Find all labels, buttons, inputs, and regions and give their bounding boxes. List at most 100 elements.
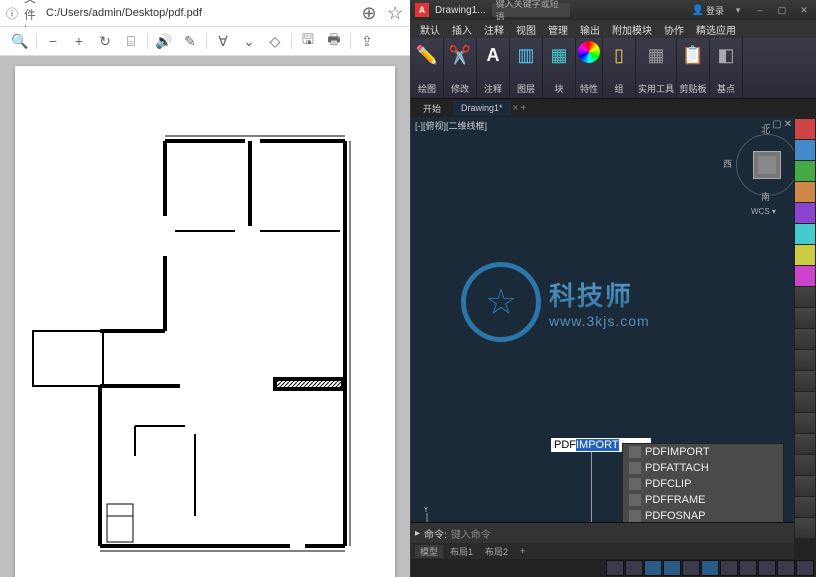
status-btn[interactable] [758, 560, 776, 576]
minimize-icon[interactable]: – [752, 2, 768, 18]
tab-layout2[interactable]: 布局2 [480, 545, 513, 558]
menu-insert[interactable]: 插入 [447, 22, 477, 37]
reader-icon[interactable]: ⊕ [358, 2, 380, 24]
bookmark-icon[interactable]: ☆ [384, 2, 406, 24]
palette-item[interactable] [795, 140, 815, 160]
palette-item[interactable] [795, 119, 815, 139]
share-icon[interactable]: ⇪ [355, 29, 379, 53]
palette-item[interactable] [795, 392, 815, 412]
ac-item[interactable]: PDFFRAME [623, 492, 783, 508]
status-btn[interactable] [720, 560, 738, 576]
rotate-icon[interactable]: ↻ [93, 29, 117, 53]
address-input[interactable] [44, 2, 354, 24]
ribbon-clipboard[interactable]: 📋剪贴板 [677, 38, 710, 98]
palette-item[interactable] [795, 203, 815, 223]
ribbon-block[interactable]: ▦块 [543, 38, 576, 98]
palette-item[interactable] [795, 497, 815, 517]
view-label[interactable]: [-][俯视][二维线框] [415, 119, 487, 132]
command-line[interactable]: ▸ 命令: 键入命令 [411, 522, 794, 543]
palette-item[interactable] [795, 518, 815, 538]
ribbon-props[interactable]: 特性 [576, 38, 603, 98]
menu-apps[interactable]: 精选应用 [691, 22, 741, 37]
palette-item[interactable] [795, 287, 815, 307]
ribbon-draw[interactable]: ✏️绘图 [411, 38, 444, 98]
zoom-in-icon[interactable]: + [67, 29, 91, 53]
ac-item[interactable]: PDFCLIP [623, 476, 783, 492]
erase-icon[interactable]: ◇ [263, 29, 287, 53]
palette-item[interactable] [795, 224, 815, 244]
ac-item[interactable]: PDFATTACH [623, 460, 783, 476]
palette-item[interactable] [795, 371, 815, 391]
title-bar: A Drawing1... 键入关键字或短语 登录 ▾ – ▢ ✕ [411, 0, 816, 20]
ribbon-layers[interactable]: ▥图层 [510, 38, 543, 98]
viewcube[interactable]: 北 南 东 西 WCS ▾ [731, 129, 801, 199]
ribbon-annotate[interactable]: A注释 [477, 38, 510, 98]
status-btn[interactable] [606, 560, 624, 576]
zoom-out-icon[interactable]: − [41, 29, 65, 53]
login-button[interactable]: 登录 [692, 4, 724, 17]
search-icon[interactable]: 🔍 [8, 29, 32, 53]
menu-addins[interactable]: 附加模块 [607, 22, 657, 37]
pdf-page [15, 66, 395, 577]
status-btn[interactable] [796, 560, 814, 576]
tool-palette [794, 117, 816, 577]
pdf-body[interactable] [0, 56, 410, 577]
title-search[interactable]: 键入关键字或短语 [492, 3, 570, 17]
palette-item[interactable] [795, 308, 815, 328]
pdf-viewer-pane: ⓘ 文件 | ⊕ ☆ 🔍 − + ↻ ⌸ 🔊 ✎ ∀ ⌄ ◇ 🖫 🖶 ⇪ [0, 0, 411, 577]
print-icon[interactable]: 🖶 [322, 29, 346, 53]
maximize-icon[interactable]: ▢ [774, 2, 790, 18]
tab-layout1[interactable]: 布局1 [445, 545, 478, 558]
fit-icon[interactable]: ⌸ [119, 29, 143, 53]
menu-annotate[interactable]: 注释 [479, 22, 509, 37]
ribbon-basepoint[interactable]: ◧基点 [710, 38, 743, 98]
palette-item[interactable] [795, 161, 815, 181]
floorplan-svg [25, 76, 385, 577]
drawing-viewport[interactable]: [-][俯视][二维线框] – ▢ ✕ 北 南 东 西 WCS ▾ 科技师www… [411, 117, 816, 577]
tab-add-layout-icon[interactable]: + [515, 546, 530, 556]
palette-item[interactable] [795, 413, 815, 433]
palette-item[interactable] [795, 434, 815, 454]
palette-item[interactable] [795, 245, 815, 265]
text-icon[interactable]: ⌄ [237, 29, 261, 53]
tab-add-icon[interactable]: + [520, 103, 526, 114]
tab-drawing1[interactable]: Drawing1* [453, 100, 511, 116]
tab-close-icon[interactable]: × [513, 103, 519, 114]
status-btn[interactable] [663, 560, 681, 576]
autocad-pane: A Drawing1... 键入关键字或短语 登录 ▾ – ▢ ✕ 默认 插入 … [411, 0, 816, 577]
save-icon[interactable]: 🖫 [296, 29, 320, 53]
read-aloud-icon[interactable]: 🔊 [152, 29, 176, 53]
status-btn[interactable] [682, 560, 700, 576]
title-doc: Drawing1... [435, 5, 486, 16]
menu-output[interactable]: 输出 [575, 22, 605, 37]
menu-manage[interactable]: 管理 [543, 22, 573, 37]
info-icon[interactable]: ⓘ [4, 5, 20, 21]
doc-tabs: 开始 Drawing1* × + [411, 99, 816, 117]
draw-icon[interactable]: ✎ [178, 29, 202, 53]
ac-item[interactable]: PDFIMPORT [623, 444, 783, 460]
ribbon-modify[interactable]: ✂️修改 [444, 38, 477, 98]
palette-item[interactable] [795, 182, 815, 202]
ribbon-group[interactable]: ▯组 [603, 38, 636, 98]
status-btn[interactable] [625, 560, 643, 576]
palette-item[interactable] [795, 266, 815, 286]
layout-tabs: 模型 布局1 布局2 + [411, 543, 794, 559]
tab-start[interactable]: 开始 [415, 100, 449, 116]
tab-model[interactable]: 模型 [415, 545, 443, 558]
help-icon[interactable]: ▾ [730, 2, 746, 18]
pdf-toolbar: 🔍 − + ↻ ⌸ 🔊 ✎ ∀ ⌄ ◇ 🖫 🖶 ⇪ [0, 27, 410, 56]
status-btn[interactable] [701, 560, 719, 576]
palette-item[interactable] [795, 476, 815, 496]
status-btn[interactable] [644, 560, 662, 576]
menu-view[interactable]: 视图 [511, 22, 541, 37]
palette-item[interactable] [795, 350, 815, 370]
menu-default[interactable]: 默认 [415, 22, 445, 37]
palette-item[interactable] [795, 455, 815, 475]
ribbon-utils[interactable]: ▦实用工具 [636, 38, 677, 98]
palette-item[interactable] [795, 329, 815, 349]
status-btn[interactable] [777, 560, 795, 576]
status-btn[interactable] [739, 560, 757, 576]
menu-collab[interactable]: 协作 [659, 22, 689, 37]
highlight-icon[interactable]: ∀ [211, 29, 235, 53]
close-icon[interactable]: ✕ [796, 2, 812, 18]
